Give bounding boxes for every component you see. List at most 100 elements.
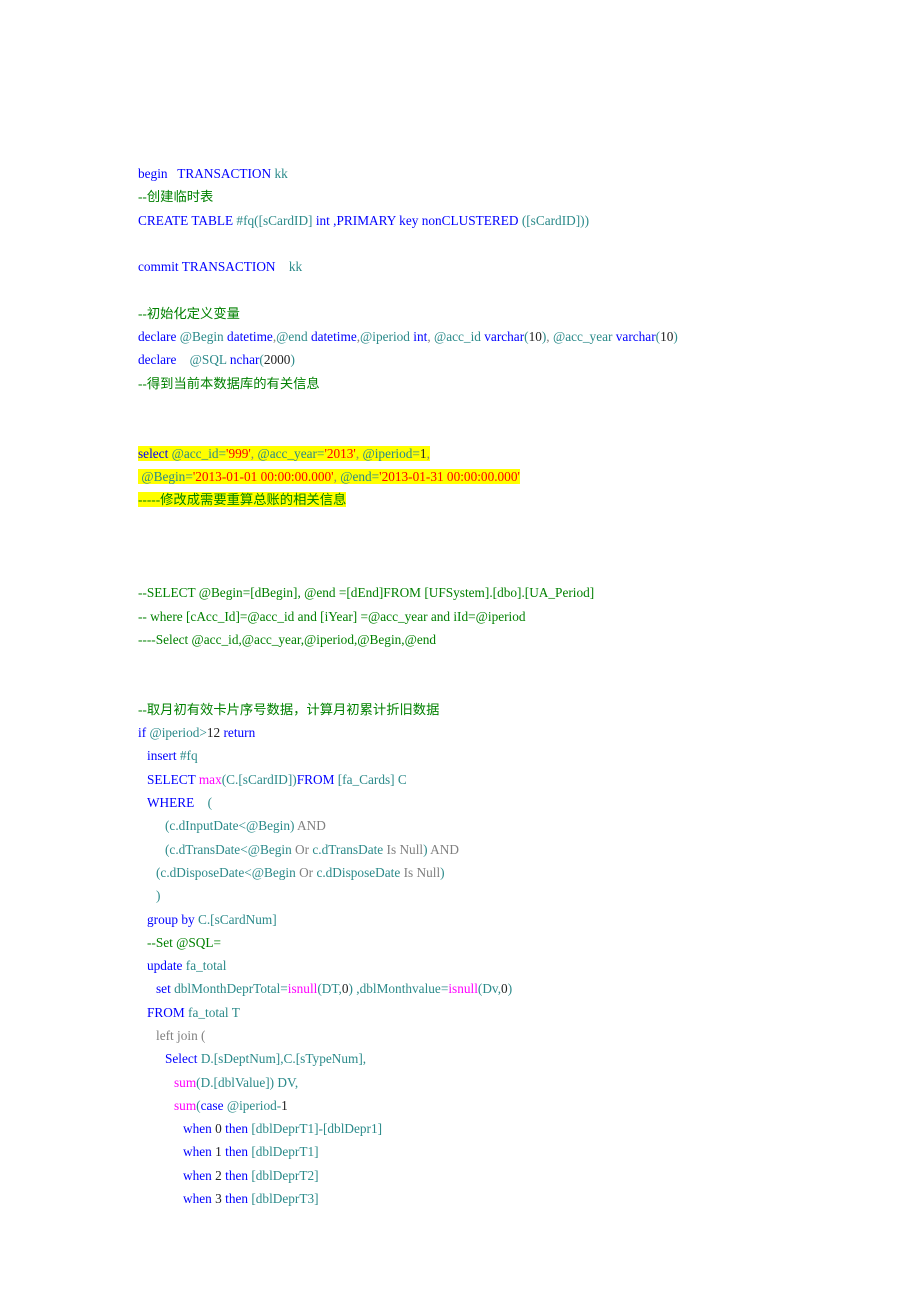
code-token-kw: when [183, 1144, 216, 1160]
code-token-fn: isnull [448, 981, 478, 997]
code-token-kw: set [156, 981, 175, 997]
sql-code-block[interactable]: begin TRANSACTION kk --创建临时表 CREATE TABLE … [138, 162, 878, 1210]
code-token-str: '2013-01-31 00:00:00.000' [379, 468, 520, 484]
code-token-id: @iperiod> [149, 725, 207, 741]
code-token-kw: when [183, 1121, 216, 1137]
code-token-kw: datetime [227, 329, 273, 345]
code-token-kw: commit TRANSACTION [138, 259, 289, 275]
code-token-kw: then [225, 1144, 252, 1160]
code-text: Select D.[sDeptNum],C.[sTypeNum], [165, 1051, 366, 1066]
code-token-cmt: --Set @SQL= [147, 934, 222, 950]
code-token-id: C.[sCardNum] [197, 911, 277, 927]
code-token-id: @end= [340, 468, 380, 484]
code-token-num: 1 [281, 1097, 288, 1113]
code-token-num: 1 [419, 445, 427, 461]
code-token-id: ) [673, 329, 678, 345]
code-line: (c.dDisposeDate<@Begin Or c.dDisposeDate… [138, 861, 878, 884]
code-token-id: kk [288, 259, 303, 275]
code-token-kw: SELECT [147, 771, 199, 787]
code-line: when 2 then [dblDeprT2] [138, 1164, 878, 1187]
code-line: --取月初有效卡片序号数据，计算月初累计折旧数据 [138, 698, 878, 721]
code-token-id: [dblDeprT2] [251, 1167, 319, 1183]
code-token-str: '999' [226, 445, 251, 461]
code-token-op: left join ( [156, 1027, 206, 1043]
code-token-id: kk [274, 166, 288, 181]
code-token-id: @acc_id [433, 329, 485, 345]
code-token-cmt: --得到当前本数据库的有关信息 [138, 375, 320, 391]
code-token-id: @end [276, 329, 311, 345]
code-text: --得到当前本数据库的有关信息 [138, 376, 320, 391]
code-token-kw: select [138, 445, 172, 461]
code-token-op: AND [430, 841, 459, 857]
code-token-id: @SQL [179, 352, 230, 368]
code-text: CREATE TABLE #fq([sCardID] int ,PRIMARY … [138, 213, 589, 228]
code-line: --初始化定义变量 [138, 302, 878, 325]
code-token-num: 0 [501, 981, 508, 997]
code-line: declare @SQL nchar(2000) [138, 348, 878, 371]
code-token-kw: when [183, 1167, 216, 1183]
code-text: sum(D.[dblValue]) DV, [174, 1075, 298, 1090]
code-token-id: ([sCardID])) [521, 212, 590, 228]
code-text: --创建临时表 [138, 189, 213, 204]
code-line: sum(D.[dblValue]) DV, [138, 1071, 878, 1094]
code-token-id: @iperiod= [362, 445, 420, 461]
code-token-kw: FROM [147, 1004, 189, 1020]
code-line: @Begin='2013-01-01 00:00:00.000', @end='… [138, 465, 878, 488]
code-token-kw: int [413, 329, 428, 345]
code-token-kw: TRANSACTION [177, 166, 275, 181]
code-token-id: @iperiod- [226, 1097, 282, 1113]
code-token-id: ) ,dblMonthvalue= [348, 981, 449, 997]
code-line: CREATE TABLE #fq([sCardID] int ,PRIMARY … [138, 209, 878, 232]
code-token-num: 0 [215, 1121, 226, 1137]
code-text: WHERE ( [147, 795, 212, 810]
code-line: ----Select @acc_id,@acc_year,@iperiod,@B… [138, 628, 878, 651]
code-token-num: 2 [215, 1167, 226, 1183]
code-line: -----修改成需要重算总账的相关信息 [138, 488, 878, 511]
code-line: (c.dInputDate<@Begin) AND [138, 814, 878, 837]
code-text: when 3 then [dblDeprT3] [183, 1191, 319, 1206]
code-token-str: '2013-01-01 00:00:00.000' [192, 468, 334, 484]
code-token-id: (DT, [317, 981, 342, 997]
code-token-kw: if [138, 725, 150, 741]
document-page: begin TRANSACTION kk --创建临时表 CREATE TABLE … [0, 0, 920, 1302]
code-token-id: #fq([sCardID] [236, 212, 316, 228]
code-token-id: D.[sDeptNum],C.[sTypeNum], [200, 1051, 367, 1067]
code-token-kw: declare [138, 352, 180, 368]
code-text: when 0 then [dblDeprT1]-[dblDepr1] [183, 1121, 382, 1136]
code-line: FROM fa_total T [138, 1001, 878, 1024]
code-token-cmt: --取月初有效卡片序号数据，计算月初累计折旧数据 [138, 701, 440, 717]
code-token-id: [dblDeprT1] [251, 1144, 319, 1160]
code-line: update fa_total [138, 954, 878, 977]
code-token-kw: return [223, 725, 256, 741]
code-line: if @iperiod>12 return [138, 721, 878, 744]
code-text: (c.dInputDate<@Begin) AND [165, 818, 326, 833]
code-token-id: (c.dDisposeDate<@Begin [156, 864, 300, 880]
code-text: (c.dTransDate<@Begin Or c.dTransDate Is … [165, 842, 459, 857]
code-token-cmt: ----Select @acc_id,@acc_year,@iperiod,@B… [138, 631, 437, 647]
code-text: update fa_total [147, 958, 226, 973]
code-token-id: fa_total [185, 958, 227, 974]
code-text: group by C.[sCardNum] [147, 912, 277, 927]
code-token-cmt: --初始化定义变量 [138, 305, 240, 321]
code-line: Select D.[sDeptNum],C.[sTypeNum], [138, 1047, 878, 1070]
code-line: --Set @SQL= [138, 931, 878, 954]
code-token-id: ) [290, 352, 295, 368]
code-text: when 1 then [dblDeprT1] [183, 1144, 319, 1159]
code-token-kw: when [183, 1191, 216, 1207]
code-token-id: c.dDisposeDate [316, 864, 404, 880]
code-line: commit TRANSACTION kk [138, 255, 878, 278]
code-line: WHERE ( [138, 791, 878, 814]
code-token-num: 10 [528, 329, 542, 345]
highlighted-code-text: -----修改成需要重算总账的相关信息 [138, 492, 347, 508]
code-text: left join ( [156, 1028, 205, 1043]
code-line: when 0 then [dblDeprT1]-[dblDepr1] [138, 1117, 878, 1140]
code-token-id: (c.dTransDate<@Begin [165, 841, 296, 857]
code-text: when 2 then [dblDeprT2] [183, 1168, 319, 1183]
code-text: set dblMonthDeprTotal=isnull(DT,0) ,dblM… [156, 981, 512, 996]
code-token-id: (Dv, [477, 981, 502, 997]
